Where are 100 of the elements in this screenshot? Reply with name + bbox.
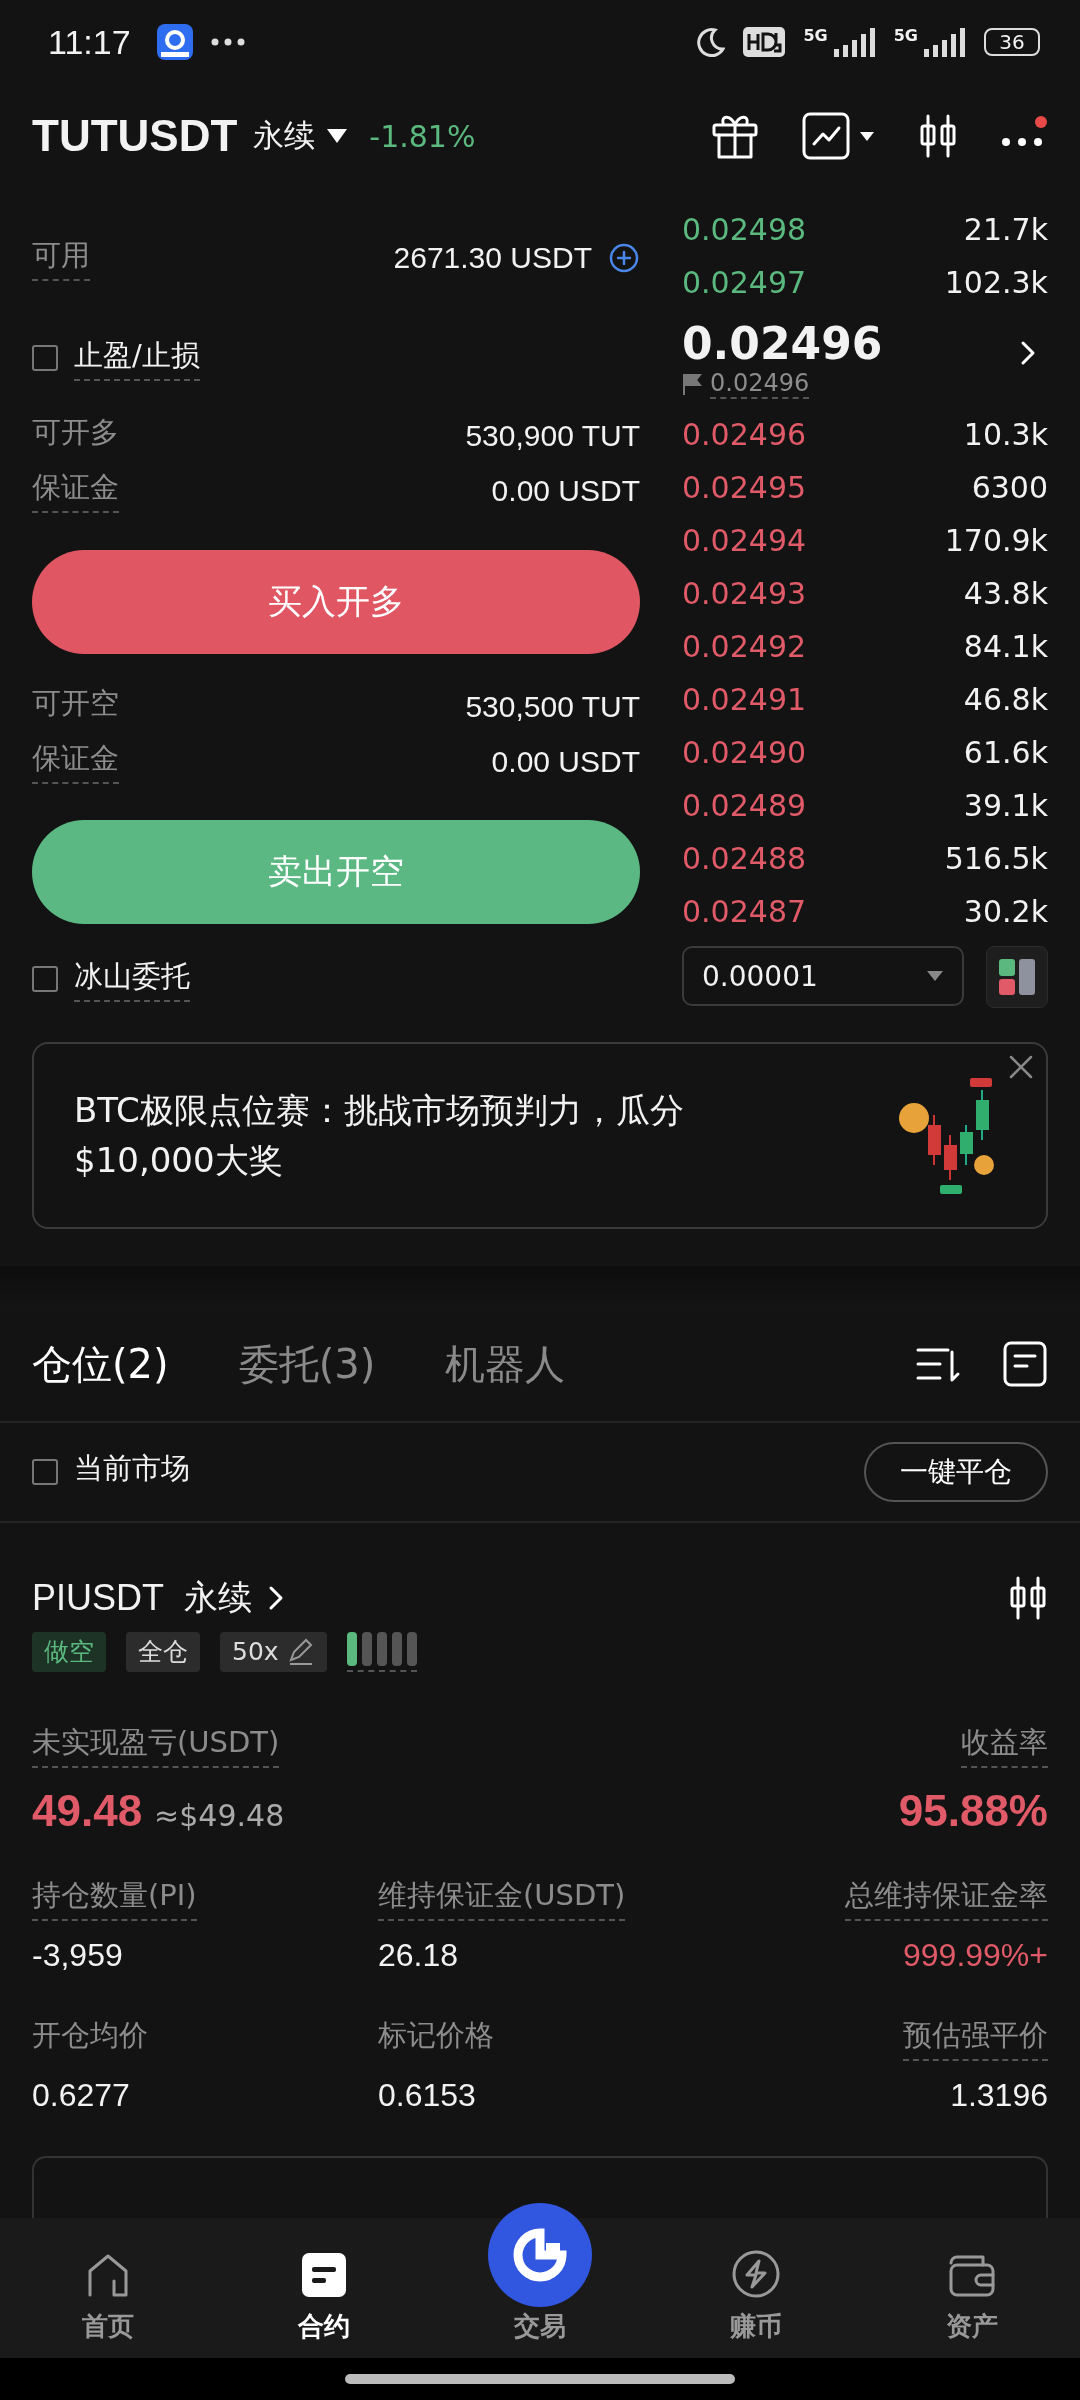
available-label: 可用	[32, 235, 90, 281]
pnl-approx: ≈$49.48	[154, 1797, 285, 1833]
book-price: 0.02498	[682, 212, 807, 248]
pnl-value: 49.48	[32, 1785, 143, 1835]
clock: 11:17	[48, 22, 131, 62]
chart-icon[interactable]	[802, 112, 876, 161]
roe-label: 收益率	[961, 1722, 1048, 1768]
info-label: 可开多	[32, 414, 119, 452]
home-indicator[interactable]	[345, 2373, 735, 2384]
coin-icon	[974, 1155, 994, 1176]
metric-value: 1.3196	[950, 2076, 1048, 2114]
position-tag: 全仓	[126, 1631, 200, 1672]
book-amount: 30.2k	[963, 894, 1048, 930]
leverage-tag[interactable]: 50x	[220, 1631, 327, 1672]
book-price: 0.02489	[682, 788, 807, 824]
book-amount: 39.1k	[963, 788, 1048, 824]
info-label: 可开空	[32, 685, 119, 723]
close-all-button[interactable]: 一键平仓	[864, 1441, 1048, 1502]
candle	[976, 1089, 989, 1142]
last-price: 0.02496	[682, 318, 883, 370]
book-amount: 21.7k	[963, 212, 1048, 248]
tab[interactable]: 委托(3)	[238, 1336, 376, 1392]
metric-value: 0.6153	[378, 2076, 476, 2114]
promo-text: BTC极限点位赛：挑战市场预判力，瓜分$10,000大奖	[74, 1089, 685, 1183]
layout-icon[interactable]	[986, 946, 1048, 1009]
trade-icon	[488, 2202, 592, 2307]
metric-value: 26.18	[378, 1936, 459, 1974]
moon-icon	[695, 27, 726, 58]
book-price: 0.02488	[682, 841, 807, 877]
add-icon[interactable]	[608, 242, 640, 275]
flag-icon	[682, 373, 702, 396]
document-icon[interactable]	[1002, 1340, 1048, 1389]
pencil-icon[interactable]	[286, 1637, 315, 1666]
tab[interactable]: 机器人	[445, 1336, 566, 1392]
metric-label: 标记价格	[378, 2016, 494, 2054]
available-balance: 2671.30 USDT	[393, 241, 592, 276]
nav-item[interactable]: 合约	[216, 2217, 432, 2358]
info-label: 保证金	[32, 468, 119, 514]
candlestick-icon[interactable]	[1008, 1575, 1048, 1620]
book-price: 0.02493	[682, 576, 807, 612]
signal-icon	[922, 27, 966, 58]
book-amount: 170.9k	[944, 523, 1048, 559]
book-price: 0.02490	[682, 735, 807, 771]
book-amount: 516.5k	[944, 841, 1048, 877]
metric-label: 开仓均价	[32, 2016, 148, 2054]
metric-label: 持仓数量(PI)	[32, 1875, 197, 1921]
promo-banner[interactable]: BTC极限点位赛：挑战市场预判力，瓜分$10,000大奖	[32, 1042, 1048, 1229]
coin-icon	[731, 2248, 781, 2299]
tpsl-label: 止盈/止损	[74, 335, 200, 381]
buy-long-button[interactable]: 买入开多	[32, 550, 640, 655]
checkbox[interactable]	[32, 345, 58, 372]
price-step-dropdown[interactable]: 0.00001	[682, 946, 964, 1007]
app-icon	[156, 24, 193, 61]
book-amount: 46.8k	[963, 682, 1048, 718]
checkbox[interactable]	[32, 966, 58, 993]
close-icon[interactable]	[1008, 1054, 1034, 1081]
candle	[960, 1124, 973, 1167]
book-amount: 102.3k	[944, 265, 1048, 301]
network-label: 5G	[893, 26, 918, 45]
sell-marker	[970, 1078, 992, 1088]
info-value: 0.00 USDT	[491, 744, 640, 779]
book-amount: 10.3k	[963, 417, 1048, 453]
metric-label: 总维持保证金率	[845, 1875, 1048, 1921]
position-tag: 做空	[32, 1631, 106, 1672]
nav-item[interactable]: 资产	[864, 2217, 1080, 2358]
book-price: 0.02494	[682, 523, 807, 559]
caret-icon	[926, 970, 944, 983]
book-amount: 6300	[971, 470, 1048, 506]
hd-icon	[743, 27, 786, 58]
info-value: 530,900 TUT	[465, 418, 640, 453]
candle	[944, 1134, 957, 1182]
mark-price: 0.02496	[710, 369, 810, 400]
info-value: 0.00 USDT	[491, 473, 640, 508]
metric-value: -3,959	[32, 1936, 123, 1974]
book-price: 0.02491	[682, 682, 807, 718]
coin-icon	[899, 1103, 929, 1134]
book-price: 0.02497	[682, 265, 807, 301]
battery-level: 36	[984, 28, 1040, 57]
price-change: -1.81%	[369, 118, 476, 154]
candle	[928, 1114, 941, 1167]
iceberg-label: 冰山委托	[74, 956, 190, 1002]
tab[interactable]: 仓位(2)	[32, 1336, 169, 1392]
network-label: 5G	[803, 26, 828, 45]
contract-type[interactable]: 永续	[253, 115, 316, 158]
buy-marker	[940, 1185, 962, 1195]
info-label: 保证金	[32, 739, 119, 785]
position-symbol[interactable]: PIUSDT	[32, 1576, 164, 1619]
book-amount: 84.1k	[963, 629, 1048, 665]
candlestick-icon[interactable]	[918, 114, 958, 159]
metric-label: 预估强平价	[903, 2015, 1048, 2061]
metric-value: 0.6277	[32, 2076, 130, 2114]
info-value: 530,500 TUT	[465, 689, 640, 724]
roe-value: 95.88%	[898, 1785, 1048, 1836]
nav-item[interactable]: 首页	[0, 2217, 216, 2358]
checkbox[interactable]	[32, 1458, 58, 1485]
book-price: 0.02495	[682, 470, 807, 506]
nav-item[interactable]: 交易	[432, 2202, 648, 2358]
pair-symbol[interactable]: TUTUSDT	[32, 111, 238, 162]
nav-item[interactable]: 赚币	[648, 2217, 864, 2358]
metric-label: 维持保证金(USDT)	[378, 1875, 626, 1921]
